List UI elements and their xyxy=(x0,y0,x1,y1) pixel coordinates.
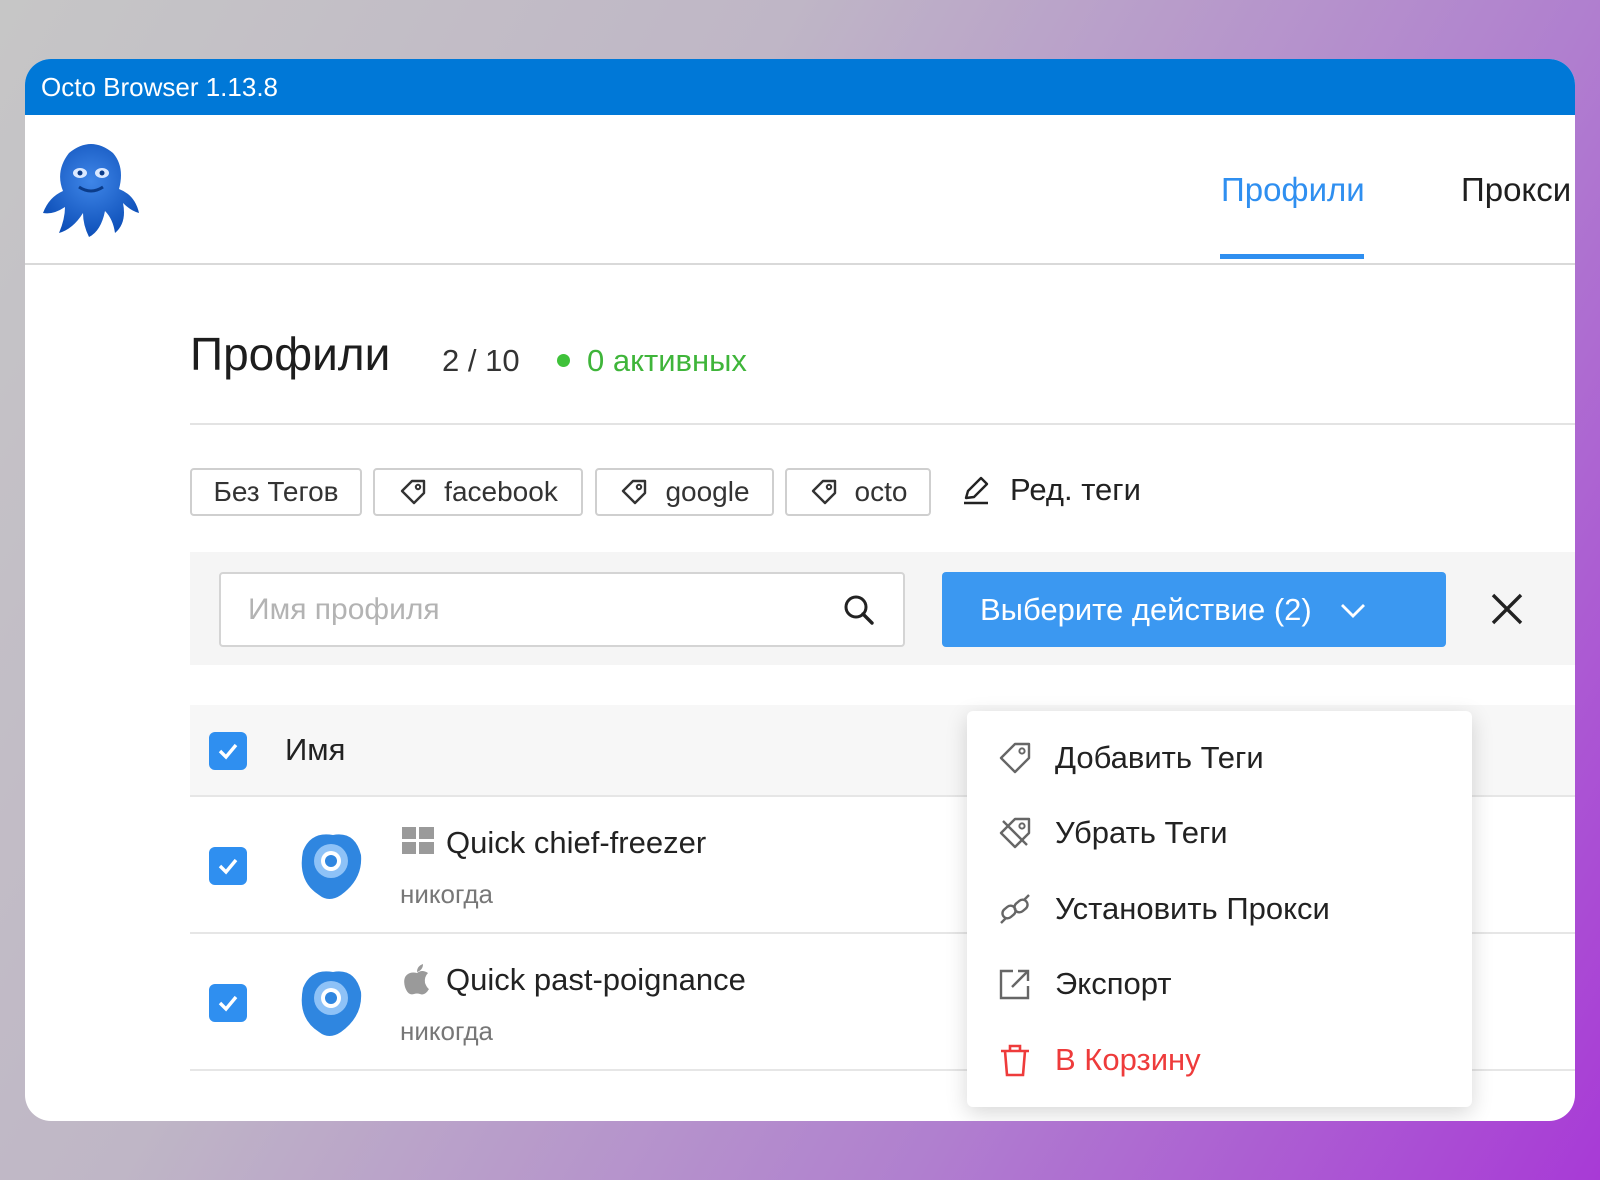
tag-facebook[interactable]: facebook xyxy=(373,468,583,516)
tag-label: Без Тегов xyxy=(213,476,339,507)
trash-icon xyxy=(1001,1044,1029,1077)
menu-item-label: В Корзину xyxy=(1055,1042,1201,1077)
active-tab-indicator xyxy=(1220,254,1364,259)
active-status-text: 0 активных xyxy=(587,343,747,378)
menu-item-label: Добавить Теги xyxy=(1055,740,1264,775)
window-title: Octo Browser 1.13.8 xyxy=(41,71,278,102)
tab-proxy[interactable]: Прокси xyxy=(1461,171,1571,209)
tag-label: facebook xyxy=(444,476,558,507)
edit-tags-label: Ред. теги xyxy=(1010,472,1141,507)
select-action-label: Выберите действие (2) xyxy=(980,591,1312,627)
active-status-dot xyxy=(557,354,570,367)
apple-icon xyxy=(404,964,429,995)
pencil-icon xyxy=(964,476,989,505)
profile-avatar-icon xyxy=(301,971,362,1036)
checkmark-icon xyxy=(218,743,238,760)
select-action-button[interactable]: Выберите действие (2) xyxy=(942,572,1446,647)
search-input[interactable]: Имя профиля xyxy=(219,572,905,647)
top-navigation: Профили Прокси xyxy=(25,115,1575,265)
tag-icon xyxy=(622,479,647,505)
window-titlebar: Octo Browser 1.13.8 xyxy=(25,59,1575,115)
checkmark-icon xyxy=(218,858,238,875)
menu-item-label: Убрать Теги xyxy=(1055,815,1228,850)
column-header-name[interactable]: Имя xyxy=(285,732,345,768)
tag-no-tags[interactable]: Без Тегов xyxy=(190,468,362,516)
checkmark-icon xyxy=(218,995,238,1012)
profile-avatar-icon xyxy=(301,834,362,899)
menu-item-set-proxy[interactable]: Установить Прокси xyxy=(997,884,1330,934)
row-checkbox[interactable] xyxy=(209,847,247,885)
profile-count: 2 / 10 xyxy=(442,343,520,378)
octo-logo-icon[interactable] xyxy=(39,139,145,239)
tag-icon xyxy=(400,479,426,505)
search-icon[interactable] xyxy=(841,592,877,628)
menu-item-label: Установить Прокси xyxy=(1055,891,1330,926)
page-title: Профили xyxy=(190,328,391,380)
edit-tags-button[interactable]: Ред. теги xyxy=(960,472,1141,508)
menu-item-move-to-trash[interactable]: В Корзину xyxy=(997,1035,1201,1085)
app-window: Octo Browser 1.13.8 Профили Прокси Профи… xyxy=(25,59,1575,1121)
tag-remove-icon xyxy=(999,817,1031,849)
tag-label: google xyxy=(665,476,750,507)
menu-item-label: Экспорт xyxy=(1055,966,1172,1001)
profile-name[interactable]: Quick past-poignance xyxy=(446,962,746,998)
tab-profiles[interactable]: Профили xyxy=(1221,171,1365,209)
page-header: Профили 2 / 10 0 активных xyxy=(190,265,1575,425)
tag-octo[interactable]: octo xyxy=(785,468,931,516)
tag-google[interactable]: google xyxy=(595,468,774,516)
filter-toolbar: Имя профиля Выберите действие (2) xyxy=(190,552,1575,665)
menu-item-remove-tags[interactable]: Убрать Теги xyxy=(997,808,1228,858)
chevron-down-icon xyxy=(1340,603,1365,618)
menu-item-add-tags[interactable]: Добавить Теги xyxy=(997,733,1264,783)
tag-filter-bar: Без Тегов facebook google octo Ред. теги xyxy=(190,468,1290,518)
main-content: Профили 2 / 10 0 активных Без Тегов face… xyxy=(190,265,1575,1071)
windows-icon xyxy=(402,827,434,854)
profile-last-run: никогда xyxy=(400,879,493,909)
tag-label: octo xyxy=(854,476,908,507)
select-all-checkbox[interactable] xyxy=(209,732,247,770)
proxy-link-icon xyxy=(1000,894,1030,924)
profile-last-run: никогда xyxy=(400,1016,493,1046)
search-placeholder: Имя профиля xyxy=(248,592,440,626)
menu-item-export[interactable]: Экспорт xyxy=(997,959,1171,1009)
close-icon[interactable] xyxy=(1485,587,1529,631)
row-checkbox[interactable] xyxy=(209,984,247,1022)
tag-add-icon xyxy=(999,742,1031,774)
tag-icon xyxy=(811,479,836,505)
export-icon xyxy=(999,969,1030,1000)
action-dropdown-menu: Добавить Теги Убрать Теги Установить Про… xyxy=(967,711,1472,1107)
profile-name[interactable]: Quick chief-freezer xyxy=(446,825,706,861)
